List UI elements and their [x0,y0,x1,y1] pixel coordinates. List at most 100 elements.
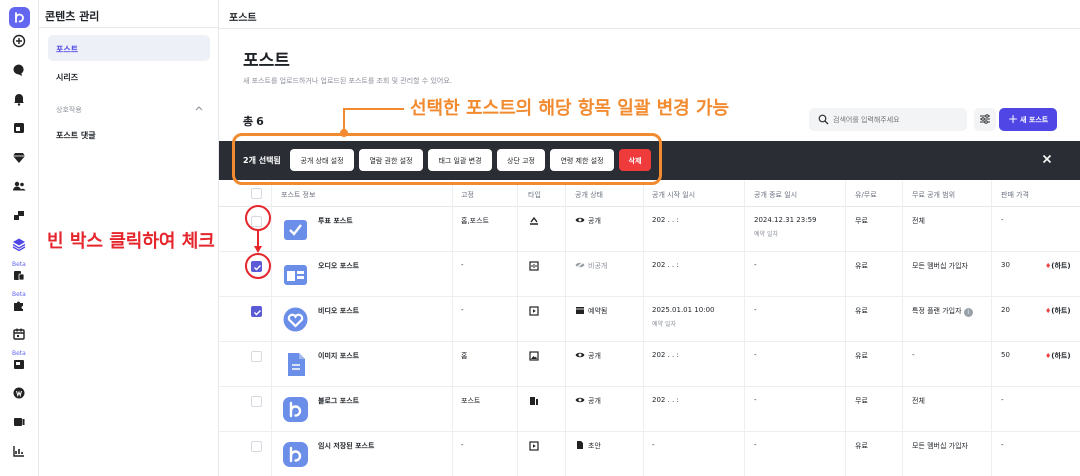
column-header[interactable]: 공개 종료 일시 [754,190,797,200]
price-unit-text: (하트) [1051,352,1071,360]
post-title[interactable]: 임시 저장된 포스트 [318,441,374,451]
won-coin-icon[interactable] [11,385,27,401]
app-logo-icon[interactable] [9,7,30,28]
paid-value: 유료 [855,352,868,360]
table-row[interactable]: 블로그 포스트 포스트 공개 202 . . : - 무료 전체 - [219,387,1080,432]
filter-button[interactable] [974,108,996,131]
price-unit: ♦(하트) [1045,351,1071,361]
column-header[interactable]: 고정 [461,190,474,200]
chat-list-icon[interactable] [11,414,27,430]
pinned-value: - [461,261,464,269]
start-date: - [652,441,655,449]
select-all-checkbox[interactable] [251,188,262,199]
status-text: 공개 [588,352,601,360]
info-icon[interactable]: i [963,308,973,317]
board-icon[interactable] [11,356,27,372]
paid-value: 무료 [855,397,868,405]
column-header[interactable]: 공개 시작 일시 [652,190,695,200]
annotation-connector [344,108,404,110]
media-icon[interactable] [11,120,27,136]
column-header[interactable]: 무료 공개 범위 [912,190,955,200]
sidebar-group-interaction[interactable]: 상호작용 [56,105,82,115]
annotation-circle [245,205,271,231]
arrow-down-icon [254,230,262,253]
start-date: 202 . . : [652,261,679,269]
post-title[interactable]: 이미지 포스트 [318,351,359,361]
column-header[interactable]: 타입 [528,190,541,200]
start-date: 202 . . : [652,396,679,404]
search-box[interactable] [809,108,967,131]
post-title[interactable]: 비디오 포스트 [318,306,359,316]
sidebar-item-series[interactable]: 시리즈 [48,63,210,89]
end-date: - [754,261,757,269]
annotation-circle [245,253,271,279]
blog-post-thumbnail-icon [283,397,308,422]
start-date: 202 . . : [652,216,679,224]
table-row[interactable]: 투표 포스트 홈,포스트 공개 202 . . : 2024.12.31 23:… [219,207,1080,252]
eye-off-icon [575,261,585,269]
table-row[interactable]: 비디오 포스트 - 예약됨 2025.01.01 10:00 예약 일자 - 유… [219,297,1080,342]
stack-icon[interactable] [11,207,27,223]
calendar-icon [576,307,584,314]
video-type-icon [529,441,539,451]
column-header[interactable]: 유/무료 [855,190,877,200]
row-checkbox[interactable] [251,351,262,362]
layers-icon[interactable] [11,236,27,252]
column-header[interactable]: 판매 가격 [1001,190,1029,200]
post-title[interactable]: 오디오 포스트 [318,261,359,271]
paid-value: 유료 [855,307,868,315]
add-circle-icon[interactable] [11,33,27,49]
main-content: 포스트 포스트 새 포스트를 업로드하거나 업로드된 포스트를 조회 및 관리할… [219,0,1080,476]
video-post-thumbnail-icon [283,307,308,332]
start-date: 2025.01.01 10:00 [652,306,715,314]
chat-icon[interactable] [11,62,27,78]
post-title[interactable]: 블로그 포스트 [318,396,359,406]
column-header[interactable]: 포스트 정보 [281,190,315,200]
total-label: 총 [243,115,254,128]
diamond-icon[interactable] [11,149,27,165]
poll-post-thumbnail-icon [284,220,307,240]
puzzle-icon[interactable] [11,297,27,313]
table-row[interactable]: 임시 저장된 포스트 - 초안 - - 유료 모든 멤버십 가입자 - [219,432,1080,476]
price-unit-text: (하트) [1051,262,1071,270]
pinned-value: - [461,441,464,449]
row-checkbox[interactable] [251,306,262,317]
paid-value: 유료 [855,262,868,270]
bell-icon[interactable] [11,91,27,107]
blog-type-icon [530,397,538,405]
table-row[interactable]: 이미지 포스트 홈 공개 202 . . : - 유료 - 50 ♦(하트) [219,342,1080,387]
status-badge: 초안 [575,441,601,451]
close-icon[interactable] [1041,153,1053,165]
divider [39,27,219,28]
shop-icon[interactable] [11,267,27,283]
start-date: 202 . . : [652,351,679,359]
new-post-label: 새 포스트 [1020,116,1049,124]
pinned-value: - [461,306,464,314]
paid-value: 무료 [855,217,868,225]
chevron-up-icon[interactable] [194,104,204,112]
calendar-icon[interactable] [11,326,27,342]
status-text: 비공개 [588,262,608,270]
breadcrumb: 포스트 [229,13,257,24]
new-post-button[interactable]: + 새 포스트 [999,108,1057,131]
row-checkbox[interactable] [251,396,262,407]
sidebar-item-posts[interactable]: 포스트 [48,35,210,61]
draft-post-thumbnail-icon [283,442,308,467]
divider [219,28,1080,29]
users-icon[interactable] [11,178,27,194]
post-title[interactable]: 투표 포스트 [318,216,353,226]
image-post-thumbnail-icon [288,353,305,376]
column-header[interactable]: 공개 상태 [575,190,603,200]
price-value: 30 [1001,261,1010,269]
sidebar-item-post-comments[interactable]: 포스트 댓글 [48,121,210,147]
analytics-icon[interactable] [11,443,27,459]
free-range-value: 모든 멤버십 가입자 [912,262,968,270]
row-checkbox[interactable] [251,441,262,452]
free-range-value: 전체 [912,217,925,225]
annotation-bulk-note: 선택한 포스트의 해당 항목 일괄 변경 가능 [410,98,730,119]
search-input[interactable] [833,112,961,127]
price-value: - [1001,216,1004,224]
poll-type-icon [530,216,538,225]
eye-icon [575,397,585,403]
table-row[interactable]: 오디오 포스트 - 비공개 202 . . : - 유료 모든 멤버십 가입자 … [219,252,1080,297]
